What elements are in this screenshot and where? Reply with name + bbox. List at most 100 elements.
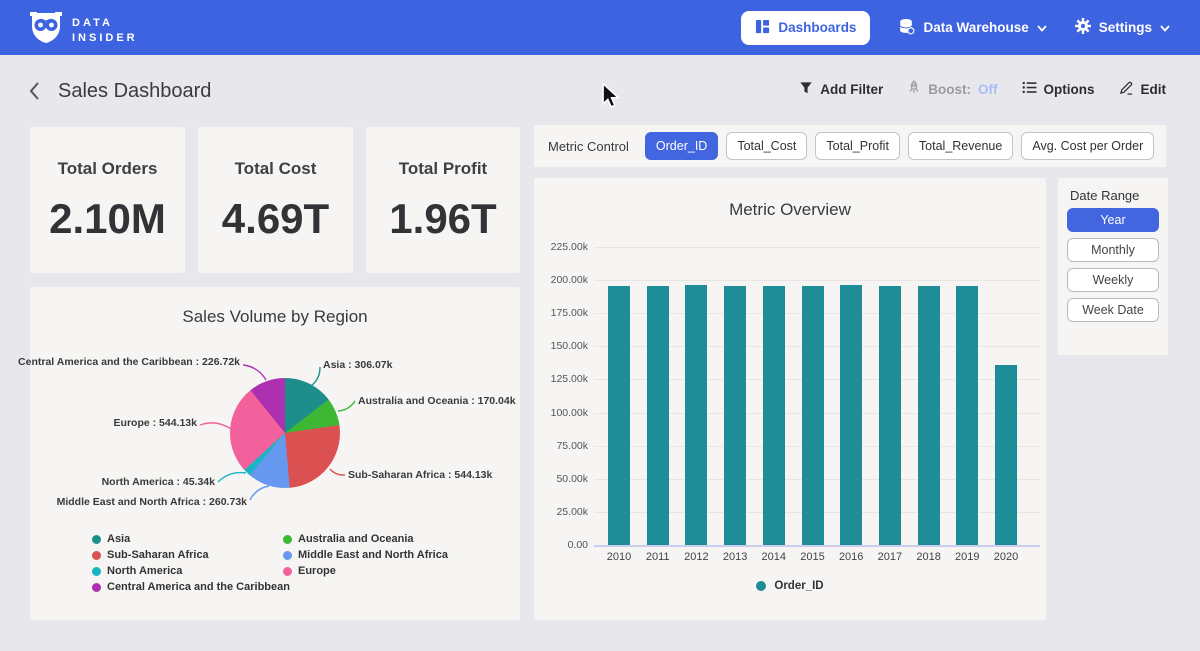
top-navbar: DATA INSIDER Dashboards bbox=[0, 0, 1200, 55]
pie-chart-card: Sales Volume by Region Asia : 306.07k Aus… bbox=[30, 287, 520, 620]
pie-label-australia-and-oceania: Australia and Oceania : 170.04k bbox=[358, 395, 516, 407]
x-axis-tick: 2011 bbox=[638, 551, 678, 563]
legend-dot bbox=[756, 581, 766, 591]
date-range-buttons: Year Monthly Weekly Week Date bbox=[1067, 208, 1159, 322]
legend-label: Sub-Saharan Africa bbox=[107, 549, 209, 561]
y-axis-tick: 100.00k bbox=[536, 407, 588, 419]
kpi-card-total-orders: Total Orders 2.10M bbox=[30, 127, 185, 273]
bar-2018 bbox=[918, 286, 940, 545]
mouse-cursor bbox=[601, 83, 621, 114]
pie-leader-line bbox=[218, 473, 246, 482]
y-axis-tick: 0.00 bbox=[536, 539, 588, 551]
kpi-label: Total Profit bbox=[366, 159, 520, 179]
date-range-button-year[interactable]: Year bbox=[1067, 208, 1159, 232]
settings-menu[interactable]: Settings bbox=[1075, 18, 1170, 37]
pie-legend-item-middle-east-and-north-africa[interactable]: Middle East and North Africa bbox=[283, 549, 448, 561]
kpi-card-total-profit: Total Profit 1.96T bbox=[366, 127, 520, 273]
bar-2019 bbox=[956, 286, 978, 545]
date-range-button-weekly[interactable]: Weekly bbox=[1067, 268, 1159, 292]
legend-dot bbox=[283, 535, 292, 544]
dashboard-grid-icon bbox=[755, 19, 770, 37]
legend-dot bbox=[92, 567, 101, 576]
y-axis-tick: 50.00k bbox=[536, 473, 588, 485]
pie-label-asia: Asia : 306.07k bbox=[323, 359, 392, 371]
y-axis-tick: 25.00k bbox=[536, 506, 588, 518]
x-axis-tick: 2012 bbox=[676, 551, 716, 563]
pie-legend-item-australia-and-oceania[interactable]: Australia and Oceania bbox=[283, 533, 448, 545]
date-range-button-monthly[interactable]: Monthly bbox=[1067, 238, 1159, 262]
pie-label-europe: Europe : 544.13k bbox=[114, 417, 197, 429]
pie-chart-title: Sales Volume by Region bbox=[30, 307, 520, 327]
metric-button-avg-cost-per-order[interactable]: Avg. Cost per Order bbox=[1021, 132, 1154, 160]
x-axis-tick: 2018 bbox=[909, 551, 949, 563]
pie-label-sub-saharan-africa: Sub-Saharan Africa : 544.13k bbox=[348, 469, 492, 481]
bar-2020 bbox=[995, 365, 1017, 545]
legend-label: Europe bbox=[298, 565, 336, 577]
metric-control-label: Metric Control bbox=[548, 139, 629, 154]
bar-2010 bbox=[608, 286, 630, 545]
funnel-icon bbox=[799, 81, 813, 98]
pie-leader-line bbox=[338, 401, 355, 411]
pie-label-north-america: North America : 45.34k bbox=[102, 476, 215, 488]
dashboards-button[interactable]: Dashboards bbox=[741, 11, 870, 45]
gear-icon bbox=[1075, 18, 1091, 37]
pie-leader-line bbox=[311, 367, 320, 386]
x-axis-tick: 2016 bbox=[831, 551, 871, 563]
date-range-card: Date Range YearMonthlyWeeklyWeek Date bbox=[1058, 178, 1168, 355]
bar-2014 bbox=[763, 286, 785, 545]
kpi-value: 1.96T bbox=[366, 195, 520, 243]
data-warehouse-menu[interactable]: Data Warehouse bbox=[898, 18, 1046, 38]
bar-chart-plot: 225.00k200.00k175.00k150.00k125.00k100.0… bbox=[534, 178, 1046, 620]
x-axis-tick: 2019 bbox=[947, 551, 987, 563]
metric-button-total-revenue[interactable]: Total_Revenue bbox=[908, 132, 1013, 160]
screen: DATA INSIDER Dashboards bbox=[0, 0, 1200, 651]
bar-chart-card: Metric Overview 225.00k200.00k175.00k150… bbox=[534, 178, 1046, 620]
bar-2011 bbox=[647, 286, 669, 545]
pie-legend-item-europe[interactable]: Europe bbox=[283, 565, 448, 577]
rocket-icon bbox=[907, 80, 921, 98]
y-axis-tick: 75.00k bbox=[536, 440, 588, 452]
back-button[interactable] bbox=[28, 81, 48, 101]
x-axis-tick: 2013 bbox=[715, 551, 755, 563]
bar-2016 bbox=[840, 285, 862, 545]
legend-dot bbox=[92, 551, 101, 560]
legend-label: Order_ID bbox=[774, 580, 823, 592]
pie-legend-item-asia[interactable]: Asia bbox=[92, 533, 290, 545]
add-filter-button[interactable]: Add Filter bbox=[799, 81, 883, 98]
metric-button-total-profit[interactable]: Total_Profit bbox=[815, 132, 900, 160]
pie-legend-item-central-america-and-the-caribbean[interactable]: Central America and the Caribbean bbox=[92, 581, 290, 593]
legend-dot bbox=[92, 583, 101, 592]
date-range-button-week-date[interactable]: Week Date bbox=[1067, 298, 1159, 322]
legend-label: Middle East and North Africa bbox=[298, 549, 448, 561]
pencil-icon bbox=[1119, 80, 1134, 98]
metric-control-bar: Metric Control Order_ID Total_Cost Total_P… bbox=[534, 125, 1166, 167]
x-axis-tick: 2017 bbox=[870, 551, 910, 563]
legend-label: North America bbox=[107, 565, 182, 577]
metric-button-order-id[interactable]: Order_ID bbox=[645, 132, 718, 160]
top-nav-items: Dashboards Data Warehouse bbox=[741, 0, 1170, 55]
bar-chart-legend[interactable]: Order_ID bbox=[534, 580, 1046, 592]
page-title: Sales Dashboard bbox=[58, 80, 211, 103]
brand-logo[interactable]: DATA INSIDER bbox=[30, 11, 138, 50]
metric-button-total-cost[interactable]: Total_Cost bbox=[726, 132, 807, 160]
pie-leader-line bbox=[330, 469, 345, 475]
y-axis-tick: 125.00k bbox=[536, 373, 588, 385]
x-axis-tick: 2010 bbox=[599, 551, 639, 563]
bar-2012 bbox=[685, 285, 707, 545]
titlebar-actions: Add Filter Boost: Off Options bbox=[799, 80, 1166, 98]
edit-button[interactable]: Edit bbox=[1119, 80, 1167, 98]
pie-leader-line bbox=[200, 423, 231, 429]
y-axis-tick: 150.00k bbox=[536, 340, 588, 352]
pie-legend-column-2: Australia and Oceania Middle East and Nor… bbox=[283, 533, 448, 577]
options-button[interactable]: Options bbox=[1022, 81, 1095, 97]
kpi-value: 2.10M bbox=[30, 195, 185, 243]
pie-legend-item-north-america[interactable]: North America bbox=[92, 565, 290, 577]
boost-toggle[interactable]: Boost: Off bbox=[907, 80, 997, 98]
kpi-label: Total Orders bbox=[30, 159, 185, 179]
boost-status: Off bbox=[978, 82, 998, 97]
legend-dot bbox=[283, 551, 292, 560]
chevron-down-icon bbox=[1037, 20, 1047, 35]
pie-legend-item-sub-saharan-africa[interactable]: Sub-Saharan Africa bbox=[92, 549, 290, 561]
pie-chart[interactable] bbox=[230, 378, 340, 488]
kpi-card-total-cost: Total Cost 4.69T bbox=[198, 127, 353, 273]
